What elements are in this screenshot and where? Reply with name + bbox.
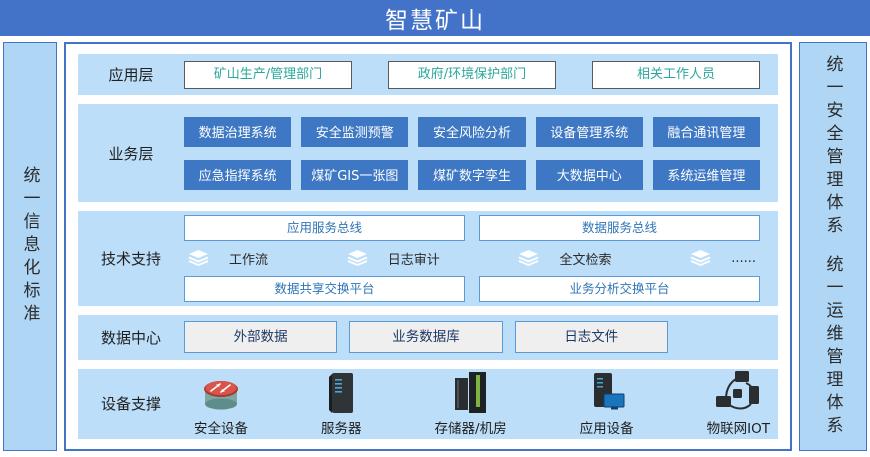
- left-pillar-text: 统一信息化标准: [18, 166, 43, 327]
- business-item: 煤矿GIS一张图: [301, 160, 408, 190]
- right-pillar-text-ops: 统一运维管理体系: [821, 255, 846, 439]
- right-pillar: 统一安全管理体系 统一运维管理体系: [799, 42, 867, 451]
- application-item: 相关工作人员: [592, 61, 760, 89]
- device-label: 安全设备: [194, 417, 248, 437]
- application-item: 政府/环境保护部门: [388, 61, 556, 89]
- device-label: 物联网IOT: [707, 417, 770, 437]
- page-title: 智慧矿山: [0, 0, 870, 36]
- device-label: 应用设备: [580, 417, 634, 437]
- device-item: 物联网IOT: [707, 371, 770, 437]
- middleware-item: 全文检索: [518, 249, 611, 268]
- app-device-icon: [586, 371, 628, 415]
- device-support-label: 设备支撑: [78, 393, 184, 414]
- middleware-label: 工作流: [229, 249, 268, 268]
- device-item: 存储器/机房: [435, 369, 507, 437]
- service-bus: 数据服务总线: [479, 215, 760, 241]
- storage-icon: [450, 369, 492, 415]
- layers-container: 应用层 矿山生产/管理部门 政府/环境保护部门 相关工作人员 业务层 数据治理系…: [64, 42, 792, 451]
- server-icon: [322, 371, 360, 415]
- business-item: 煤矿数字孪生: [418, 160, 525, 190]
- middleware-item: 工作流: [188, 249, 268, 268]
- firewall-icon: [198, 375, 244, 415]
- middleware-label: 日志审计: [388, 249, 440, 268]
- middleware-item: ......: [690, 250, 756, 266]
- middleware-label: ......: [731, 251, 756, 266]
- business-item: 数据治理系统: [184, 117, 291, 147]
- right-pillar-text-security: 统一安全管理体系: [821, 55, 846, 239]
- layers-icon: [347, 250, 368, 266]
- layers-icon: [690, 250, 711, 266]
- data-center-label: 数据中心: [78, 327, 184, 348]
- tech-support-label: 技术支持: [78, 248, 184, 269]
- device-item: 服务器: [321, 371, 362, 437]
- data-store: 业务数据库: [349, 321, 502, 353]
- iot-icon: [714, 371, 762, 415]
- device-label: 存储器/机房: [435, 417, 507, 437]
- middleware-label: 全文检索: [559, 249, 611, 268]
- business-item: 应急指挥系统: [184, 160, 291, 190]
- application-item: 矿山生产/管理部门: [184, 61, 352, 89]
- exchange-platform: 业务分析交换平台: [479, 276, 760, 302]
- business-item: 安全风险分析: [418, 117, 525, 147]
- device-label: 服务器: [321, 417, 362, 437]
- tech-support-band: 技术支持 应用服务总线 数据服务总线 工作流: [78, 211, 778, 306]
- layers-icon: [518, 250, 539, 266]
- application-layer-label: 应用层: [78, 64, 184, 85]
- data-store: 日志文件: [515, 321, 668, 353]
- application-layer-band: 应用层 矿山生产/管理部门 政府/环境保护部门 相关工作人员: [78, 54, 778, 95]
- business-item: 系统运维管理: [653, 160, 760, 190]
- business-item: 融合通讯管理: [653, 117, 760, 147]
- left-pillar: 统一信息化标准: [3, 42, 57, 451]
- business-item: 安全监测预警: [301, 117, 408, 147]
- diagram-frame: 统一信息化标准 应用层 矿山生产/管理部门 政府/环境保护部门 相关工作人员 业…: [0, 42, 870, 451]
- business-item: 大数据中心: [536, 160, 643, 190]
- device-item: 应用设备: [580, 371, 634, 437]
- middleware-item: 日志审计: [347, 249, 440, 268]
- exchange-platform: 数据共享交换平台: [184, 276, 465, 302]
- data-center-band: 数据中心 外部数据 业务数据库 日志文件: [78, 315, 778, 360]
- device-item: 安全设备: [194, 375, 248, 437]
- business-layer-band: 业务层 数据治理系统 安全监测预警 安全风险分析 设备管理系统 融合通讯管理 应…: [78, 104, 778, 202]
- data-store: 外部数据: [184, 321, 337, 353]
- device-support-band: 设备支撑: [78, 369, 778, 439]
- layers-icon: [188, 250, 209, 266]
- business-item: 设备管理系统: [536, 117, 643, 147]
- service-bus: 应用服务总线: [184, 215, 465, 241]
- business-layer-label: 业务层: [78, 143, 184, 164]
